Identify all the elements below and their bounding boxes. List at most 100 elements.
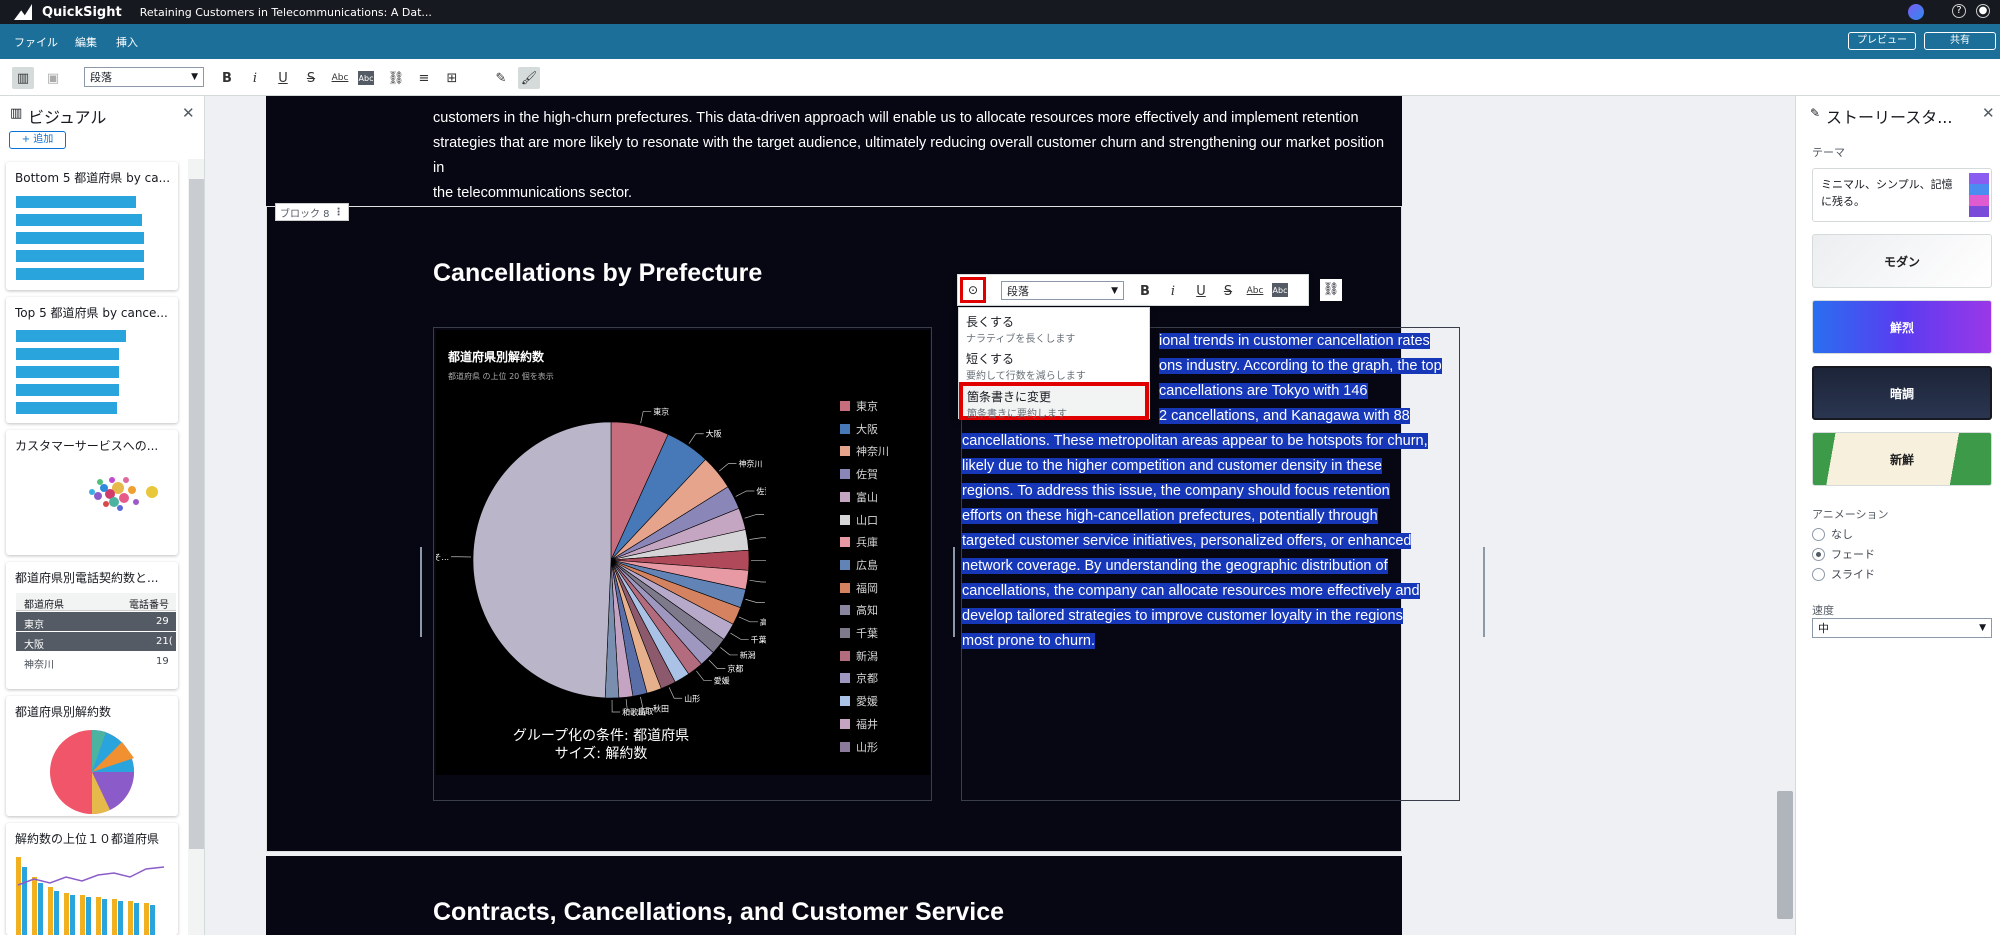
ai-rewrite-button[interactable]: ⊙ (960, 277, 986, 303)
style-brush-icon[interactable]: 🖌 (518, 67, 540, 89)
story-style-panel: ✎ ストーリースタ... ✕ テーマ ミニマル、シンプル、記憶に残る。 モダン … (1795, 96, 2000, 935)
intro-paragraph[interactable]: customers in the high-churn prefectures.… (433, 106, 1393, 206)
legend-label: 山形 (856, 740, 878, 754)
image-icon[interactable]: ▣ (42, 67, 64, 89)
animation-option-none[interactable]: なし (1812, 526, 1853, 542)
share-button[interactable]: 共有 (1924, 32, 1996, 50)
section-heading-2[interactable]: Contracts, Cancellations, and Customer S… (433, 898, 1004, 927)
highlight-icon[interactable]: Abc (1272, 283, 1288, 297)
visual-card-contracts-table[interactable]: 都道府県別電話契約数と... 都道府県 電話番号 東京 29 大阪 21( 神奈… (6, 562, 178, 689)
resize-handle[interactable] (953, 547, 955, 637)
legend-item[interactable]: 山口 (840, 512, 878, 528)
animation-option-fade[interactable]: フェード (1812, 546, 1875, 562)
pie-slice[interactable] (472, 421, 612, 699)
legend-item[interactable]: 広島 (840, 557, 878, 573)
radio-button[interactable] (1812, 567, 1825, 581)
legend-item[interactable]: 福井 (840, 716, 878, 732)
more-options-icon[interactable]: ⋮ (334, 207, 344, 218)
table-row: 大阪 21( (16, 632, 176, 651)
scrollbar-thumb[interactable] (1777, 791, 1793, 919)
user-icon[interactable]: ● (1976, 4, 1990, 18)
legend-item[interactable]: 山形 (840, 739, 878, 755)
insert-icon[interactable]: ⊞ (441, 67, 463, 89)
menu-item-lengthen[interactable]: 長くする ナラティブを長くします (959, 310, 1149, 346)
legend-item[interactable]: 兵庫 (840, 534, 878, 550)
highlight-icon[interactable]: Abc (358, 71, 374, 85)
close-icon[interactable]: ✕ (182, 104, 195, 122)
story-block-9[interactable]: Contracts, Cancellations, and Customer S… (266, 856, 1402, 935)
resize-handle[interactable] (1483, 547, 1485, 637)
visual-card-top5[interactable]: Top 5 都道府県 by cance... (6, 297, 178, 423)
radio-button[interactable] (1812, 547, 1825, 561)
pie-thumbnail (50, 730, 135, 815)
panel-scrollbar[interactable] (188, 159, 204, 935)
quicksight-q-icon[interactable] (1908, 4, 1924, 20)
legend-item[interactable]: 新潟 (840, 648, 878, 664)
preview-button[interactable]: プレビュー (1848, 32, 1916, 50)
legend-item[interactable]: 高知 (840, 602, 878, 618)
strikethrough-icon[interactable]: S (1217, 280, 1239, 302)
menu-item-bullets[interactable]: 箇条書きに変更 箇条書きに要約します (959, 382, 1149, 420)
underline-icon[interactable]: U (272, 67, 294, 89)
visuals-panel-icon[interactable]: ▥ (12, 67, 34, 89)
menu-edit[interactable]: 編集 (75, 34, 97, 50)
help-icon[interactable]: ? (1952, 4, 1966, 18)
align-icon[interactable]: ≡ (413, 67, 435, 89)
canvas-scrollbar[interactable] (1775, 96, 1795, 935)
theme-vivid[interactable]: 鮮烈 (1812, 300, 1992, 354)
section-heading[interactable]: Cancellations by Prefecture (433, 259, 762, 288)
italic-icon[interactable]: i (244, 67, 266, 89)
radio-button[interactable] (1812, 527, 1825, 541)
animation-option-slide[interactable]: スライド (1812, 566, 1875, 582)
ai-assist-icon[interactable]: ✎ (490, 67, 512, 89)
scrollbar-thumb[interactable] (189, 179, 204, 849)
theme-modern[interactable]: モダン (1812, 234, 1992, 288)
add-visual-button[interactable]: + 追加 (9, 131, 66, 149)
link-icon[interactable]: ⛓ (385, 67, 407, 89)
link-icon[interactable]: ⛓ (1320, 279, 1342, 301)
menu-item-description: 箇条書きに要約します (967, 409, 1067, 420)
pie-chart[interactable]: 東京大阪神奈川佐賀富山山口兵庫広島福岡高知千葉新潟京都愛媛山形鳥取秋田和歌山そ.… (436, 380, 766, 760)
story-block-7[interactable]: customers in the high-churn prefectures.… (266, 96, 1402, 206)
bold-icon[interactable]: B (216, 67, 238, 89)
legend-label: 大阪 (856, 422, 878, 436)
speed-select[interactable]: 中 ▼ (1812, 618, 1992, 638)
menu-insert[interactable]: 挿入 (116, 34, 138, 50)
slice-label: 京都 (727, 664, 743, 674)
resize-handle[interactable] (420, 547, 422, 637)
text-color-icon[interactable]: Abc (1244, 280, 1266, 302)
text-color-icon[interactable]: Abc (329, 67, 351, 89)
close-icon[interactable]: ✕ (1982, 104, 1995, 122)
visual-card-bottom5[interactable]: Bottom 5 都道府県 by ca... (6, 162, 178, 290)
visual-card-customer-service[interactable]: カスタマーサービスへの... (6, 430, 178, 555)
bold-icon[interactable]: B (1134, 280, 1156, 302)
strikethrough-icon[interactable]: S (300, 67, 322, 89)
legend-item[interactable]: 神奈川 (840, 443, 889, 459)
story-canvas[interactable]: customers in the high-churn prefectures.… (205, 96, 1795, 935)
bar-chart-icon: ▥ (10, 106, 23, 121)
paragraph-style-select[interactable]: 段落 ▼ (84, 67, 204, 87)
text-paragraph-select[interactable]: 段落 ▼ (1001, 281, 1124, 300)
theme-minimal[interactable]: ミニマル、シンプル、記憶に残る。 (1812, 168, 1992, 222)
pie-chart-visual[interactable]: 都道府県別解約数 都道府県 の上位 20 個を表示 東京大阪神奈川佐賀富山山口兵… (433, 327, 932, 801)
menu-item-shorten[interactable]: 短くする 要約して行数を減らします (959, 347, 1149, 383)
italic-icon[interactable]: i (1162, 280, 1184, 302)
underline-icon[interactable]: U (1190, 280, 1212, 302)
legend-item[interactable]: 富山 (840, 489, 878, 505)
app-name[interactable]: QuickSight (42, 5, 122, 20)
menu-file[interactable]: ファイル (14, 34, 58, 50)
legend-item[interactable]: 佐賀 (840, 466, 878, 482)
legend-item[interactable]: 大阪 (840, 421, 878, 437)
visual-card-top10[interactable]: 解約数の上位１０都道府県 (6, 823, 178, 935)
document-title[interactable]: Retaining Customers in Telecommunication… (140, 6, 432, 19)
visual-card-pie[interactable]: 都道府県別解約数 (6, 696, 178, 816)
legend-item[interactable]: 京都 (840, 670, 878, 686)
theme-fresh[interactable]: 新鮮 (1812, 432, 1992, 486)
block-label[interactable]: ブロック 8 ⋮ (275, 203, 349, 221)
legend-item[interactable]: 東京 (840, 398, 878, 414)
theme-dark[interactable]: 暗調 (1812, 366, 1992, 420)
legend-item[interactable]: 愛媛 (840, 693, 878, 709)
legend-item[interactable]: 千葉 (840, 625, 878, 641)
legend-item[interactable]: 福岡 (840, 580, 878, 596)
story-block-8[interactable]: ブロック 8 ⋮ Cancellations by Prefecture 都道府… (266, 203, 1485, 852)
